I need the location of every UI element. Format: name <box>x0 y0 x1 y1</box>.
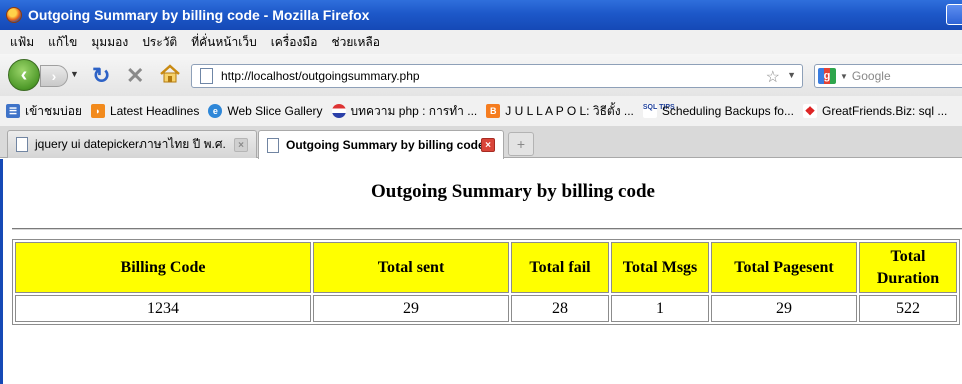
summary-table: Billing Code Total sent Total fail Total… <box>12 239 960 325</box>
cell-total-fail: 28 <box>511 295 609 322</box>
header-billing-code: Billing Code <box>15 242 311 293</box>
bookmark-label: เข้าชมบ่อย <box>25 103 82 118</box>
search-engine-dropdown-icon[interactable]: ▼ <box>840 72 848 81</box>
tab-outgoing-summary[interactable]: Outgoing Summary by billing code × <box>258 130 504 159</box>
bookmark-item[interactable]: SQL TIPS Scheduling Backups fo... <box>642 104 794 118</box>
bookmark-label: Latest Headlines <box>109 104 200 118</box>
menu-bar: แฟ้ม แก้ไข มุมมอง ประวัติ ที่คั่นหน้าเว็… <box>0 30 962 54</box>
bookmark-item[interactable]: ☰ เข้าชมบ่อย <box>6 102 82 121</box>
frequent-icon: ☰ <box>6 104 20 118</box>
page-icon <box>267 137 279 153</box>
close-icon[interactable]: × <box>481 138 495 152</box>
bookmark-item[interactable]: บทความ php : การทำ ... <box>331 102 478 121</box>
bookmark-label: บทความ php : การทำ ... <box>350 103 478 118</box>
menu-tools[interactable]: เครื่องมือ <box>271 33 318 52</box>
page-content: Outgoing Summary by billing code Billing… <box>0 159 962 384</box>
menu-view[interactable]: มุมมอง <box>91 33 128 52</box>
bookmark-label: J U L L A P O L: วิธีตั้ง ... <box>505 103 634 118</box>
forward-button[interactable]: › <box>40 65 68 87</box>
page-title: Outgoing Summary by billing code <box>371 181 655 202</box>
history-dropdown-icon[interactable]: ▼ <box>70 69 79 79</box>
bookmark-item[interactable]: ❖ GreatFriends.Biz: sql ... <box>802 104 948 118</box>
blogger-icon: B <box>486 104 501 118</box>
bookmark-star-icon[interactable]: ☆ <box>766 67 780 87</box>
menu-file[interactable]: แฟ้ม <box>10 33 34 52</box>
site-icon <box>331 104 346 118</box>
arrow-right-icon: › <box>51 68 57 84</box>
bookmark-item[interactable]: ◗ Latest Headlines <box>90 104 200 118</box>
tab-label: Outgoing Summary by billing code <box>286 138 485 152</box>
cell-total-msgs: 1 <box>611 295 709 322</box>
sql-tips-icon: SQL TIPS <box>642 104 675 118</box>
window-titlebar: Outgoing Summary by billing code - Mozil… <box>0 0 962 30</box>
cell-total-sent: 29 <box>313 295 509 322</box>
back-button[interactable]: ‹ <box>8 59 40 91</box>
reload-icon[interactable]: ↻ <box>92 63 110 89</box>
cell-total-duration: 522 <box>859 295 957 322</box>
stop-icon[interactable]: ✕ <box>126 63 144 89</box>
header-total-fail: Total fail <box>511 242 609 293</box>
close-icon[interactable]: × <box>234 138 248 152</box>
header-total-msgs: Total Msgs <box>611 242 709 293</box>
bookmark-label: Scheduling Backups fo... <box>661 104 794 118</box>
cell-billing-code: 1234 <box>15 295 311 322</box>
tab-datepicker[interactable]: jquery ui datepickerภาษาไทย ปี พ.ศ. × <box>7 130 257 158</box>
divider <box>12 228 962 230</box>
search-bar[interactable]: g ▼ Google <box>814 64 962 88</box>
ie-icon: e <box>208 104 223 118</box>
url-dropdown-icon[interactable]: ▼ <box>787 70 796 80</box>
header-total-pagesent: Total Pagesent <box>711 242 857 293</box>
new-tab-button[interactable]: + <box>508 132 534 156</box>
tab-bar: jquery ui datepickerภาษาไทย ปี พ.ศ. × Ou… <box>0 126 962 159</box>
greatfriends-icon: ❖ <box>802 104 817 118</box>
bookmarks-toolbar: ☰ เข้าชมบ่อย ◗ Latest Headlines e Web Sl… <box>0 96 962 126</box>
navigation-toolbar: ‹ › ▼ ↻ ✕ http://localhost/outgoingsumma… <box>0 54 962 96</box>
window-control-button[interactable] <box>946 4 962 25</box>
bookmark-item[interactable]: B J U L L A P O L: วิธีตั้ง ... <box>486 102 634 121</box>
cell-total-pagesent: 29 <box>711 295 857 322</box>
search-input[interactable]: Google <box>852 69 891 83</box>
window-title: Outgoing Summary by billing code - Mozil… <box>28 7 370 23</box>
arrow-left-icon: ‹ <box>20 63 28 86</box>
home-icon[interactable] <box>159 63 181 85</box>
address-bar[interactable]: http://localhost/outgoingsummary.php ☆ ▼ <box>191 64 803 88</box>
header-total-sent: Total sent <box>313 242 509 293</box>
menu-help[interactable]: ช่วยเหลือ <box>331 33 380 52</box>
bookmark-label: Web Slice Gallery <box>227 104 323 118</box>
url-text[interactable]: http://localhost/outgoingsummary.php <box>221 69 420 83</box>
bookmark-item[interactable]: e Web Slice Gallery <box>208 104 323 118</box>
bookmark-label: GreatFriends.Biz: sql ... <box>821 104 948 118</box>
table-header-row: Billing Code Total sent Total fail Total… <box>15 242 957 293</box>
menu-edit[interactable]: แก้ไข <box>48 33 77 52</box>
firefox-logo-icon <box>6 7 22 23</box>
header-total-duration: Total Duration <box>859 242 957 293</box>
menu-bookmarks[interactable]: ที่คั่นหน้าเว็บ <box>191 33 256 52</box>
table-row: 1234 29 28 1 29 522 <box>15 295 957 322</box>
plus-icon: + <box>516 136 526 152</box>
page-icon <box>200 68 213 84</box>
page-icon <box>16 137 28 152</box>
rss-icon: ◗ <box>90 104 105 118</box>
tab-label: jquery ui datepickerภาษาไทย ปี พ.ศ. <box>35 137 226 151</box>
menu-history[interactable]: ประวัติ <box>142 33 177 52</box>
google-icon[interactable]: g <box>818 68 836 84</box>
